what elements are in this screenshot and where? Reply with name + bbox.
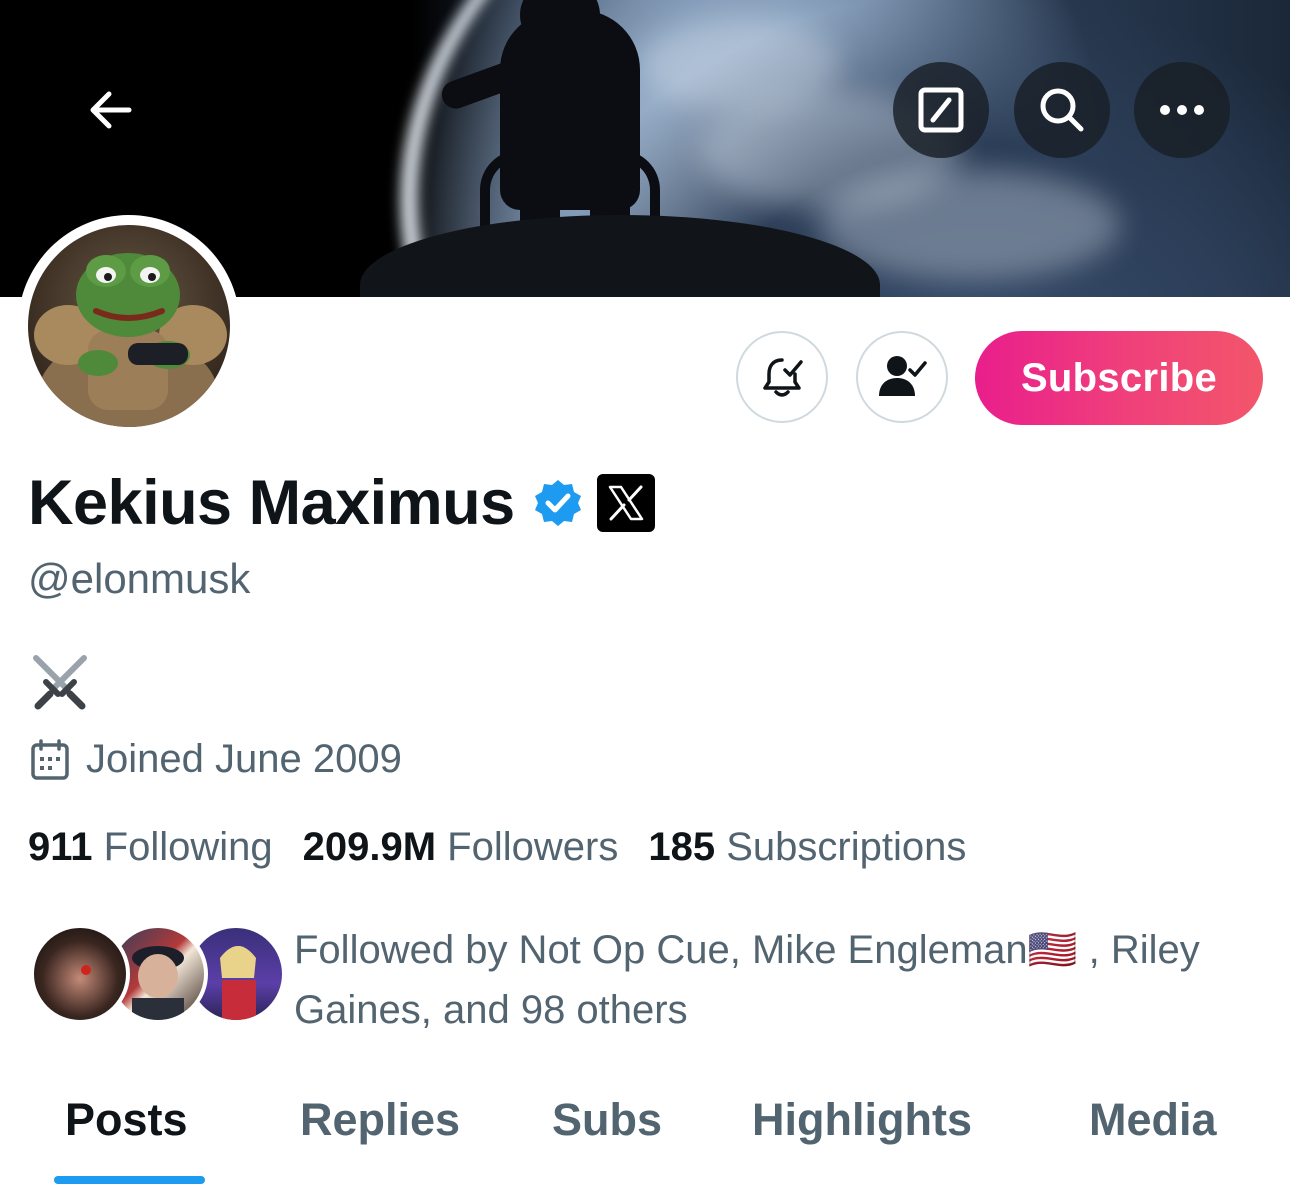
tab-posts[interactable]: Posts [65, 1094, 188, 1146]
search-button[interactable] [1014, 62, 1110, 158]
avatar-image [28, 225, 230, 427]
search-icon [1040, 88, 1084, 132]
verified-badge-icon[interactable] [533, 478, 583, 528]
more-button[interactable] [1134, 62, 1230, 158]
profile-avatar[interactable] [18, 215, 240, 437]
x-logo-icon[interactable] [596, 474, 655, 532]
calendar-icon [31, 738, 69, 780]
person-check-icon [879, 356, 927, 396]
arrow-left-icon [90, 91, 132, 129]
tab-replies[interactable]: Replies [300, 1094, 460, 1146]
active-tab-indicator [54, 1176, 205, 1184]
tab-media[interactable]: Media [1089, 1094, 1217, 1146]
user-handle: @elonmusk [28, 555, 251, 602]
compose-icon [918, 87, 964, 133]
compose-button[interactable] [893, 62, 989, 158]
notifications-button[interactable] [736, 331, 828, 423]
more-icon [1160, 105, 1204, 115]
followed-by-text: Followed by Not Op Cue, Mike Engleman🇺🇸 … [294, 928, 1200, 1032]
subscriptions-count[interactable]: 185 Subscriptions [648, 825, 966, 870]
tab-subs[interactable]: Subs [552, 1094, 662, 1146]
stats-row: 911 Following 209.9M Followers 185 Subsc… [28, 825, 996, 870]
joined-text: Joined June 2009 [86, 737, 402, 781]
following-count[interactable]: 911 Following [28, 825, 273, 870]
profile-tabs: Posts Replies Subs Highlights Media [0, 1080, 1290, 1186]
follower-avatar-1 [30, 924, 130, 1024]
joined-date: Joined June 2009 [30, 737, 402, 782]
bell-check-icon [763, 358, 803, 397]
followers-count[interactable]: 209.9M Followers [303, 825, 619, 870]
back-button[interactable] [70, 70, 150, 150]
following-button[interactable] [856, 331, 948, 423]
subscribe-button[interactable]: Subscribe [975, 331, 1263, 425]
name-row: Kekius Maximus [28, 468, 655, 538]
display-name: Kekius Maximus [28, 468, 515, 538]
bio-crossed-swords [28, 650, 92, 714]
crossed-swords-icon [33, 655, 87, 710]
tab-highlights[interactable]: Highlights [752, 1094, 972, 1146]
followers-you-know[interactable]: Followed by Not Op Cue, Mike Engleman🇺🇸 … [30, 920, 1270, 1040]
